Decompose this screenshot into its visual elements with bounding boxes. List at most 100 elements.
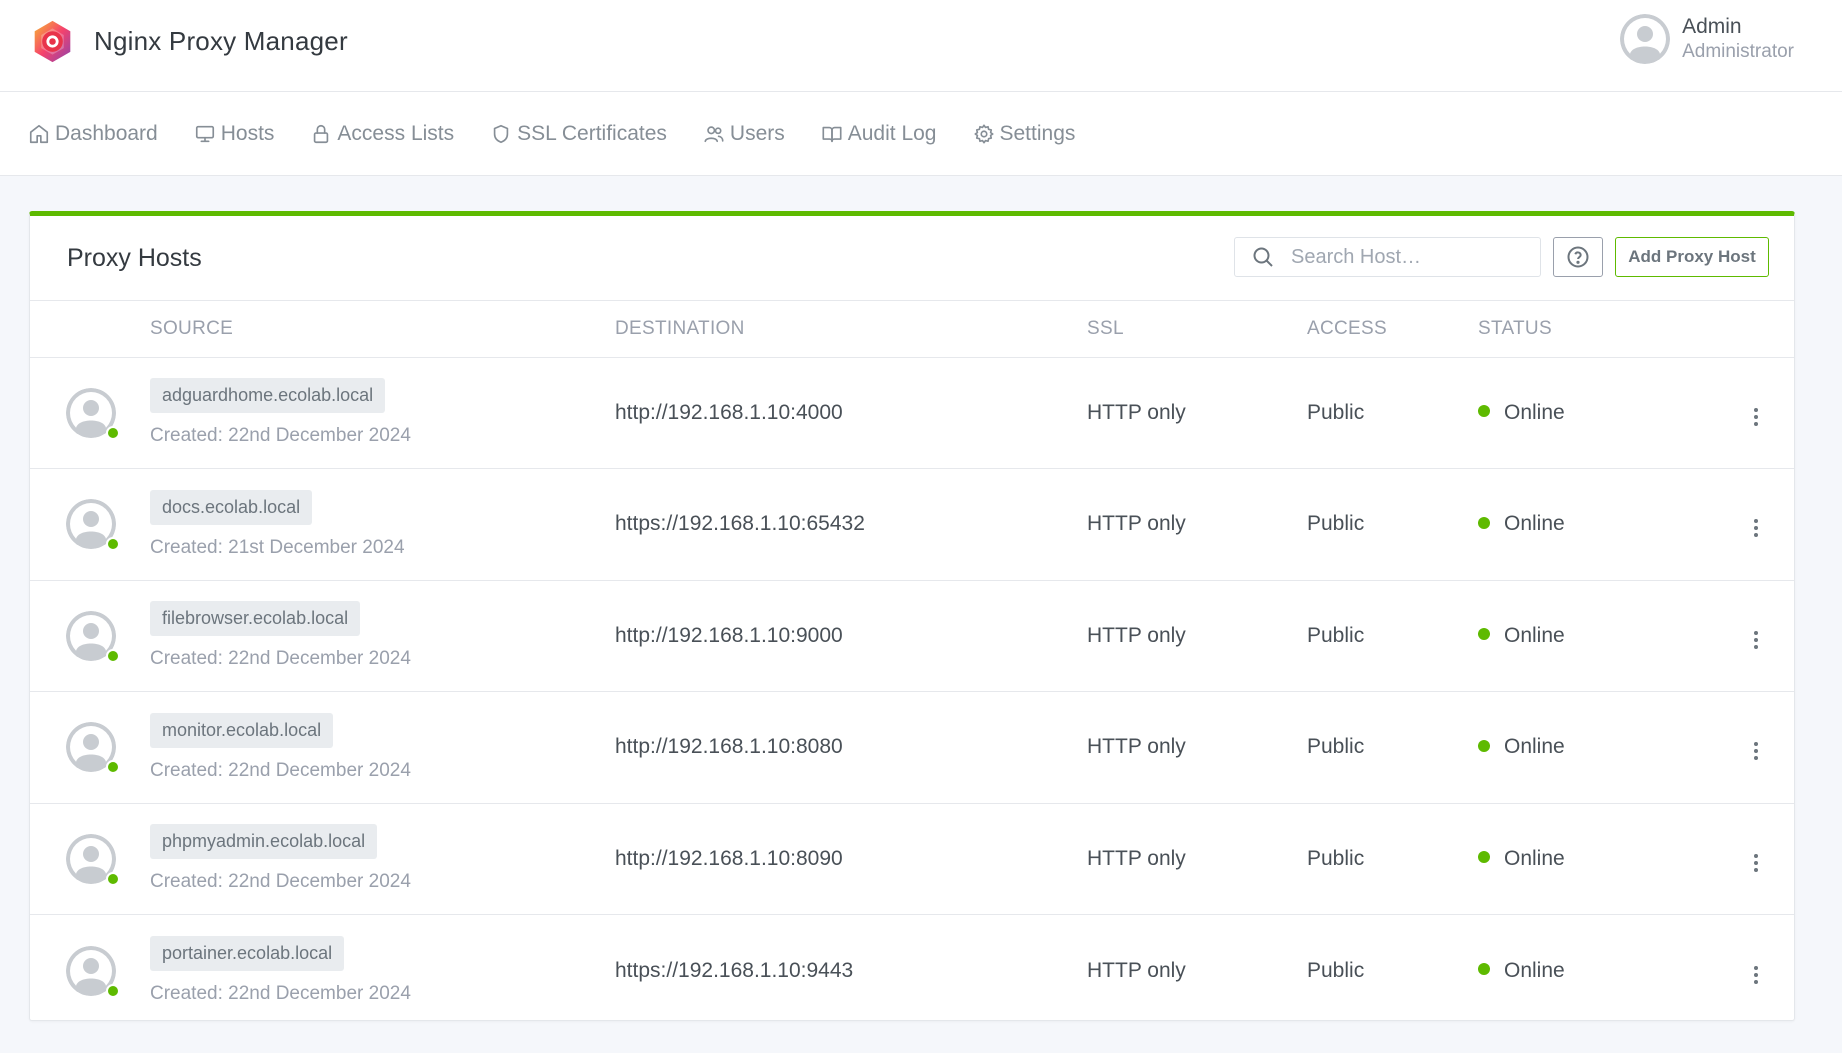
status-text: Online [1504, 958, 1565, 982]
monitor-icon [195, 125, 214, 143]
created-date: Created: 22nd December 2024 [150, 983, 411, 1004]
row-actions-menu-icon[interactable] [1744, 736, 1768, 766]
column-header-avatar [30, 301, 150, 358]
domain-badge[interactable]: portainer.ecolab.local [150, 936, 345, 971]
ssl-cell: HTTP only [1087, 580, 1307, 692]
ssl-cell: HTTP only [1087, 357, 1307, 469]
owner-avatar [66, 610, 120, 663]
app-title: Nginx Proxy Manager [94, 26, 348, 56]
search-icon [1253, 247, 1273, 267]
nginx-proxy-manager-logo-icon [34, 20, 71, 63]
table-row[interactable]: phpmyadmin.ecolab.local Created: 22nd De… [30, 803, 1794, 915]
ssl-cell: HTTP only [1087, 468, 1307, 581]
online-indicator [106, 425, 120, 440]
ssl-cell: HTTP only [1087, 803, 1307, 915]
destination-cell: http://192.168.1.10:9000 [615, 580, 1087, 692]
created-date: Created: 22nd December 2024 [150, 759, 411, 781]
online-indicator [106, 537, 120, 552]
status-text: Online [1504, 512, 1565, 536]
created-date: Created: 22nd December 2024 [150, 648, 411, 670]
nav-label: Settings [999, 122, 1076, 145]
access-cell: Public [1307, 468, 1478, 581]
destination-cell: http://192.168.1.10:8080 [615, 691, 1087, 804]
domain-badge[interactable]: phpmyadmin.ecolab.local [150, 824, 378, 860]
destination-cell: http://192.168.1.10:8090 [615, 803, 1087, 915]
help-circle-icon [1567, 246, 1589, 268]
online-indicator [106, 983, 120, 998]
row-actions-menu-icon[interactable] [1744, 625, 1768, 655]
lock-icon [314, 124, 329, 144]
table-row[interactable]: monitor.ecolab.local Created: 22nd Decem… [30, 691, 1794, 804]
domain-badge[interactable]: filebrowser.ecolab.local [150, 601, 361, 637]
column-header-destination[interactable]: DESTINATION [615, 301, 1087, 358]
row-actions-menu-icon[interactable] [1744, 848, 1768, 878]
main-nav: Dashboard Hosts Access Lists SSL Certifi… [0, 92, 1842, 176]
help-button[interactable] [1553, 237, 1603, 277]
created-date: Created: 22nd December 2024 [150, 871, 411, 893]
nav-audit-log[interactable]: Audit Log [821, 122, 937, 146]
ssl-cell: HTTP only [1087, 958, 1186, 982]
brand[interactable]: Nginx Proxy Manager [30, 19, 348, 64]
status-text: Online [1504, 623, 1565, 647]
nav-settings[interactable]: Settings [973, 122, 1076, 146]
owner-avatar [66, 945, 120, 998]
table-row[interactable]: docs.ecolab.local Created: 21st December… [30, 468, 1794, 581]
table-header-row: SOURCE DESTINATION SSL ACCESS STATUS [30, 301, 1794, 358]
status-dot [1478, 405, 1490, 418]
owner-avatar [66, 387, 120, 440]
book-icon [822, 126, 842, 143]
column-header-access[interactable]: ACCESS [1307, 301, 1478, 358]
column-header-ssl[interactable]: SSL [1087, 301, 1307, 358]
search-input[interactable] [1291, 245, 1521, 269]
created-date: Created: 21st December 2024 [150, 536, 405, 558]
nav-users[interactable]: Users [703, 122, 785, 146]
user-role: Administrator [1682, 41, 1794, 63]
access-cell: Public [1307, 958, 1365, 982]
access-cell: Public [1307, 803, 1478, 915]
nav-access-lists[interactable]: Access Lists [310, 122, 454, 146]
table-row[interactable]: filebrowser.ecolab.local Created: 22nd D… [30, 580, 1794, 692]
column-header-source[interactable]: SOURCE [150, 301, 615, 358]
column-header-status[interactable]: STATUS [1478, 301, 1718, 358]
status-text: Online [1504, 846, 1565, 870]
nav-ssl-certificates[interactable]: SSL Certificates [490, 122, 667, 146]
domain-badge[interactable]: adguardhome.ecolab.local [150, 378, 386, 414]
row-actions-menu-icon[interactable] [1744, 402, 1768, 432]
destination-cell: https://192.168.1.10:65432 [615, 468, 1087, 581]
status-dot [1478, 962, 1490, 975]
status-text: Online [1504, 400, 1565, 424]
online-indicator [106, 871, 120, 886]
created-date: Created: 22nd December 2024 [150, 425, 411, 447]
nav-label: Access Lists [337, 122, 455, 145]
domain-badge[interactable]: monitor.ecolab.local [150, 712, 334, 748]
ssl-cell: HTTP only [1087, 691, 1307, 804]
access-cell: Public [1307, 691, 1478, 804]
status-dot [1478, 516, 1490, 529]
card-header: Proxy Hosts Add Proxy Host [30, 216, 1794, 301]
nav-dashboard[interactable]: Dashboard [28, 122, 158, 146]
avatar [1620, 14, 1671, 64]
status-dot [1478, 739, 1490, 752]
proxy-hosts-card: Proxy Hosts Add Proxy Host SOURCE DESTIN… [29, 211, 1795, 1021]
online-indicator [106, 648, 120, 663]
status-dot [1478, 851, 1490, 864]
row-actions-menu-icon[interactable] [1744, 513, 1768, 543]
user-menu[interactable]: Admin Administrator [1620, 14, 1794, 64]
table-row[interactable]: portainer.ecolab.local Created: 22nd Dec… [30, 915, 1794, 1027]
top-header: Nginx Proxy Manager Admin Administrator [0, 0, 1842, 92]
user-avatar-icon [1620, 14, 1671, 64]
shield-icon [493, 124, 509, 144]
destination-cell: https://192.168.1.10:9443 [615, 958, 854, 982]
row-actions-menu-icon[interactable] [1744, 960, 1768, 990]
status-text: Online [1504, 735, 1565, 759]
add-proxy-host-button[interactable]: Add Proxy Host [1615, 237, 1769, 277]
search-box[interactable] [1234, 237, 1541, 277]
access-cell: Public [1307, 580, 1478, 692]
nav-label: Dashboard [55, 122, 158, 145]
proxy-hosts-table: SOURCE DESTINATION SSL ACCESS STATUS adg… [30, 301, 1794, 1026]
destination-cell: http://192.168.1.10:4000 [615, 357, 1087, 469]
table-row[interactable]: adguardhome.ecolab.local Created: 22nd D… [30, 357, 1794, 469]
nav-hosts[interactable]: Hosts [194, 122, 274, 146]
users-icon [704, 126, 724, 143]
domain-badge[interactable]: docs.ecolab.local [150, 489, 313, 525]
